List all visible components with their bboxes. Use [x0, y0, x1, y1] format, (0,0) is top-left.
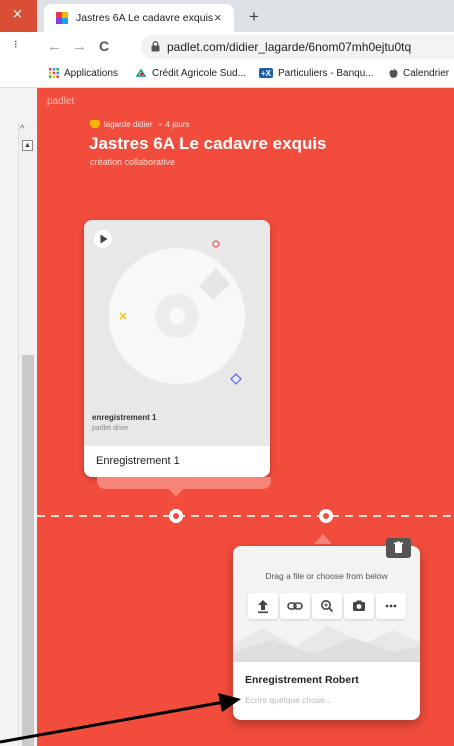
bookmark-label: Particuliers - Banqu... — [278, 68, 374, 79]
trash-icon — [394, 541, 403, 553]
padlet-board[interactable]: padlet lagarde didier • 4 jours Jastres 6… — [37, 88, 454, 746]
timeline-point[interactable] — [169, 509, 183, 523]
bookmark-particuliers[interactable]: +X Particuliers - Banqu... — [259, 68, 374, 79]
background-navbar: ⁝ — [0, 32, 37, 60]
background-bookmark-bar — [0, 60, 37, 88]
author-name: lagarde didier — [104, 120, 153, 129]
timeline-line — [37, 515, 454, 517]
navigation-bar: ← → C padlet.com/didier_lagarde/6nom07mh… — [37, 32, 454, 62]
meta-separator: • — [158, 120, 162, 129]
reload-icon[interactable]: C — [99, 38, 109, 54]
apps-grid-icon — [49, 68, 59, 79]
post-connector-caret — [314, 534, 332, 544]
url-text: padlet.com/didier_lagarde/6nom07mh0ejtu0… — [167, 40, 412, 54]
tab-title: Jastres 6A Le cadavre exquis — [76, 12, 214, 24]
upload-file-button[interactable] — [248, 593, 278, 619]
bookmark-applications[interactable]: Applications — [49, 68, 118, 79]
background-tab[interactable]: × — [0, 0, 37, 32]
attachment-name: enregistrement 1 — [92, 413, 157, 422]
attachment-source: padlet drive — [92, 425, 129, 432]
back-icon[interactable]: ← — [47, 38, 62, 55]
background-omnibox-edge-icon: ⁝ — [14, 39, 18, 51]
board-title: Jastres 6A Le cadavre exquis — [89, 134, 327, 153]
new-tab-icon[interactable]: + — [249, 7, 259, 27]
play-icon — [100, 234, 108, 244]
camera-button[interactable] — [344, 593, 374, 619]
tab-padlet[interactable]: Jastres 6A Le cadavre exquis × — [44, 4, 234, 32]
more-options-button[interactable] — [376, 593, 406, 619]
search-web-button[interactable] — [312, 593, 342, 619]
padlet-favicon-icon — [56, 12, 68, 24]
post-editor-card[interactable]: Drag a file or choose from below Enregis… — [233, 546, 420, 720]
camera-icon — [353, 600, 365, 611]
bookmark-label: Crédit Agricole Sud... — [152, 68, 246, 79]
scrollbar-thumb[interactable] — [22, 355, 34, 746]
play-button[interactable] — [94, 230, 112, 248]
more-icon — [385, 604, 397, 608]
post-body-input[interactable]: Ecrire quelque chose... — [245, 695, 332, 705]
post-age: 4 jours — [165, 120, 190, 129]
delete-post-button[interactable] — [386, 538, 411, 558]
bookmark-label: Calendrier — [403, 68, 450, 79]
tab-bar: Jastres 6A Le cadavre exquis × + — [37, 0, 454, 32]
lock-icon — [151, 41, 160, 52]
scroll-up-button[interactable]: ▲ — [22, 140, 33, 151]
background-tab-close-icon[interactable]: × — [12, 7, 23, 22]
attachment-upload-area[interactable]: Drag a file or choose from below — [233, 546, 420, 662]
apple-icon — [389, 68, 398, 79]
post-connector-caret — [168, 488, 184, 497]
audio-attachment-preview[interactable]: enregistrement 1 padlet drive — [84, 220, 270, 446]
bookmark-label: Applications — [64, 68, 118, 79]
bookmark-calendrier[interactable]: Calendrier — [389, 68, 449, 79]
post-title-input[interactable]: Enregistrement Robert — [245, 674, 359, 686]
upload-hint: Drag a file or choose from below — [265, 571, 388, 581]
bookmark-credit-agricole[interactable]: Crédit Agricole Sud... — [136, 68, 246, 79]
board-author: lagarde didier • 4 jours — [90, 120, 190, 129]
forward-icon[interactable]: → — [72, 38, 87, 55]
credit-agricole-icon — [136, 68, 147, 79]
plus-bank-icon: +X — [259, 68, 273, 79]
board-subtitle: création collaborative — [90, 157, 176, 167]
avatar — [90, 120, 100, 128]
search-icon — [321, 600, 334, 613]
background-window: × ⁝ ^ ▲ — [0, 0, 37, 746]
bookmarks-bar: Applications Crédit Agricole Sud... +X P… — [37, 62, 454, 88]
svg-text:+X: +X — [261, 69, 272, 78]
post-card[interactable]: enregistrement 1 padlet drive Enregistre… — [84, 220, 270, 477]
post-connector-shelf — [97, 477, 271, 489]
tab-close-icon[interactable]: × — [214, 10, 222, 25]
post-footer: Enregistrement 1 — [84, 446, 270, 477]
disc-illustration — [109, 240, 245, 385]
upload-background-illustration — [233, 626, 420, 662]
add-link-button[interactable] — [280, 593, 310, 619]
post-title: Enregistrement 1 — [96, 455, 180, 467]
link-icon — [287, 602, 303, 610]
padlet-logo[interactable]: padlet — [47, 96, 74, 107]
upload-icon — [258, 600, 268, 614]
timeline-point[interactable] — [319, 509, 333, 523]
address-bar[interactable]: padlet.com/didier_lagarde/6nom07mh0ejtu0… — [141, 35, 454, 59]
scroll-up-icon[interactable]: ^ — [20, 124, 25, 135]
